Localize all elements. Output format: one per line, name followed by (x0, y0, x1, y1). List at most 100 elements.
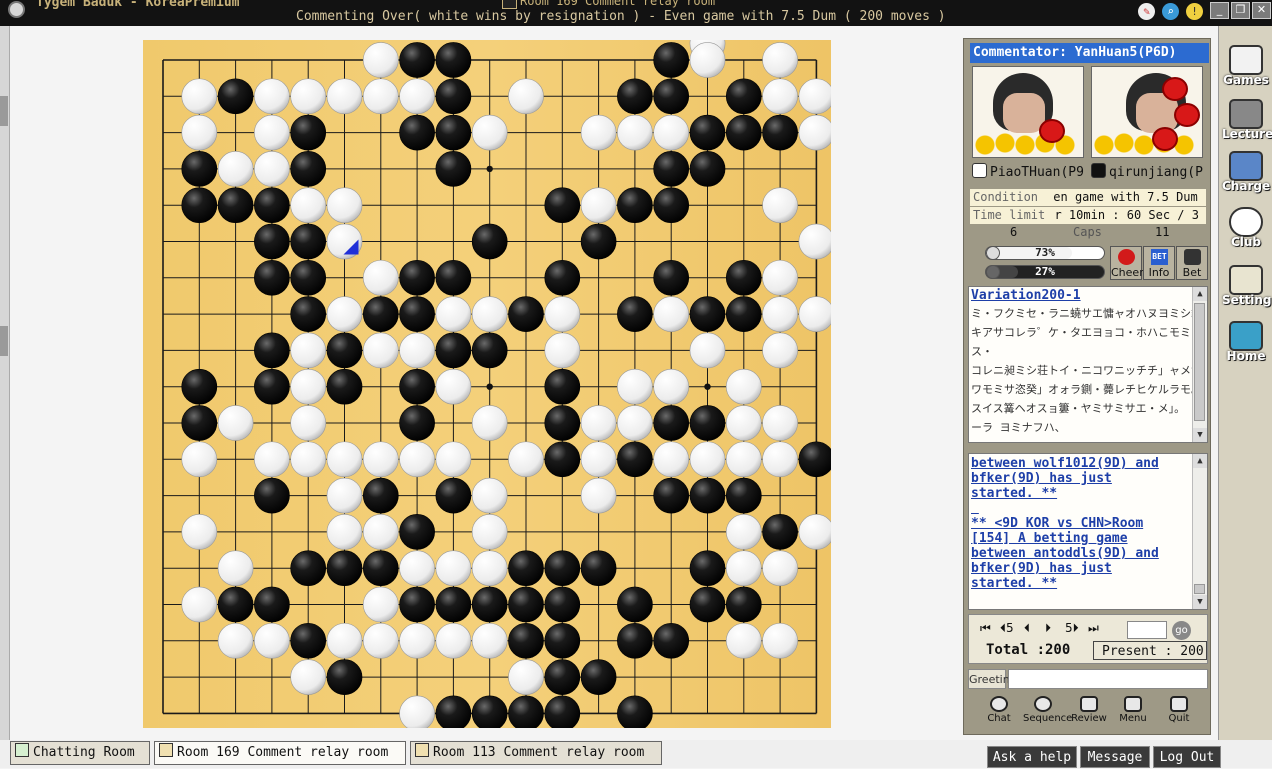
scroll-down-icon[interactable]: ▼ (1193, 595, 1207, 609)
chat-log-box[interactable]: between wolf1012(9D) and bfker(9D) has ju… (968, 453, 1208, 610)
tab-room-113[interactable]: Room 113 Comment relay room (410, 741, 662, 765)
white-stone (290, 187, 327, 224)
title-bar: Tygem Baduk - KoreaPremium Room 169 Comm… (0, 0, 1272, 26)
side-menu-setting[interactable]: Setting (1222, 265, 1272, 315)
greeting-button[interactable]: Greeting (968, 669, 1017, 689)
black-stone (653, 259, 690, 296)
black-stone (617, 78, 653, 115)
app-title: Tygem Baduk - KoreaPremium (36, 0, 240, 10)
tab-room-169[interactable]: Room 169 Comment relay room (154, 741, 406, 765)
go-board-svg[interactable] (143, 40, 831, 728)
black-stone (399, 586, 435, 623)
black-stone (435, 259, 472, 296)
variation-line: ミ・フクミセ・ラニ蟯サエ慵ャオハヌヨミシ彝 (971, 307, 1193, 320)
white-stone (471, 477, 508, 514)
black-stone (725, 477, 762, 514)
black-stone (326, 332, 363, 369)
scroll-thumb[interactable] (1194, 303, 1205, 421)
side-menu-games[interactable]: Games (1222, 45, 1270, 95)
black-stone (399, 114, 435, 151)
variation-commentary-box[interactable]: Variation200-1 ミ・フクミセ・ラニ蟯サエ慵ャオハヌヨミシ彝 キアサコ… (968, 286, 1208, 443)
quit-tool-button[interactable]: Quit (1159, 694, 1199, 730)
message-button[interactable]: Message (1080, 746, 1150, 768)
rose-icon (1152, 127, 1178, 151)
black-stone (689, 586, 726, 623)
black-stone (435, 78, 472, 115)
last-move-button[interactable]: ⏭ (1088, 621, 1099, 636)
black-stone (508, 550, 544, 587)
close-icon[interactable]: ✕ (1252, 2, 1271, 19)
prev-move-button[interactable]: ⏴ (1024, 621, 1030, 636)
info-button[interactable]: BET Info (1143, 246, 1175, 280)
side-menu-charge[interactable]: Charge (1222, 151, 1270, 201)
black-stone (471, 332, 508, 369)
scroll-up-icon[interactable]: ▲ (1193, 454, 1207, 468)
menu-tool-button[interactable]: Menu (1113, 694, 1153, 730)
variation-scrollbar[interactable]: ▲ ▼ (1192, 287, 1207, 442)
cheer-rose-icon (1118, 249, 1135, 265)
minimize-icon[interactable]: _ (1210, 2, 1229, 19)
white-stone (435, 368, 472, 405)
player-white-name[interactable]: PiaoTHuan(P9 (972, 163, 1087, 181)
room-title: Room 169 Comment relay room (520, 0, 716, 8)
black-stone (399, 368, 435, 405)
first-move-button[interactable]: ⏮ (980, 621, 991, 636)
scroll-thumb[interactable] (1194, 584, 1205, 594)
white-stone (617, 368, 653, 405)
variation-link[interactable]: Variation200-1 (971, 288, 1081, 303)
black-stone (544, 695, 581, 728)
black-stone (617, 695, 653, 728)
chat-tool-button[interactable]: Chat (979, 694, 1019, 730)
white-stone (254, 441, 290, 478)
captures-white: 6 (1010, 225, 1018, 239)
scroll-down-icon[interactable]: ▼ (1193, 428, 1207, 442)
forward-5-button[interactable]: 5⏵ (1065, 621, 1079, 636)
side-menu-club[interactable]: Club (1222, 207, 1270, 257)
log-out-button[interactable]: Log Out (1153, 746, 1221, 768)
white-stone (508, 78, 544, 115)
black-stone (544, 441, 581, 478)
black-stone (508, 586, 544, 623)
greeting-input[interactable] (1008, 669, 1208, 689)
board-icon (159, 743, 173, 757)
left-strip-handle[interactable] (0, 326, 8, 356)
left-sidebar-strip (0, 26, 10, 740)
paint-icon[interactable]: ✎ (1138, 3, 1155, 20)
side-menu-home[interactable]: Home (1222, 321, 1270, 371)
go-button[interactable]: go (1172, 621, 1191, 640)
sequence-tool-button[interactable]: Sequence (1023, 694, 1072, 730)
cheer-button[interactable]: Cheer (1110, 246, 1144, 280)
star-point (704, 383, 711, 390)
lecture-tv-icon (1229, 99, 1263, 129)
variation-line: ス・ (971, 345, 993, 358)
scroll-up-icon[interactable]: ▲ (1193, 287, 1207, 301)
white-stone (362, 259, 399, 296)
bet-button[interactable]: Bet (1176, 246, 1208, 280)
captures-black: 11 (1155, 225, 1170, 239)
tip-bulb-icon[interactable]: ! (1186, 3, 1203, 20)
white-stone (798, 78, 831, 115)
next-move-button[interactable]: ⏵ (1045, 621, 1051, 636)
go-board[interactable] (143, 40, 831, 728)
black-stone-icon (1091, 163, 1106, 178)
black-stone (399, 42, 435, 78)
home-icon (15, 743, 29, 757)
white-stone-icon (972, 163, 987, 178)
search-icon[interactable]: ⌕ (1162, 3, 1179, 20)
white-stone (762, 42, 798, 78)
app-logo-icon (8, 1, 25, 18)
chat-scrollbar[interactable]: ▲ ▼ (1192, 454, 1207, 609)
review-tool-button[interactable]: Review (1069, 694, 1109, 730)
tab-chatting-room[interactable]: Chatting Room (10, 741, 150, 765)
restore-icon[interactable]: ❐ (1231, 2, 1250, 19)
left-strip-handle[interactable] (0, 96, 8, 126)
board-icon (415, 743, 429, 757)
ask-help-button[interactable]: Ask a help (987, 746, 1077, 768)
back-5-button[interactable]: ⏴5 (1000, 621, 1014, 636)
player-black-name[interactable]: qirunjiang(P (1091, 163, 1206, 181)
goto-move-input[interactable] (1127, 621, 1167, 639)
white-stone (362, 514, 399, 550)
black-stone (653, 151, 690, 187)
side-menu-lecture[interactable]: Lecture (1222, 99, 1272, 149)
white-stone (725, 368, 762, 405)
